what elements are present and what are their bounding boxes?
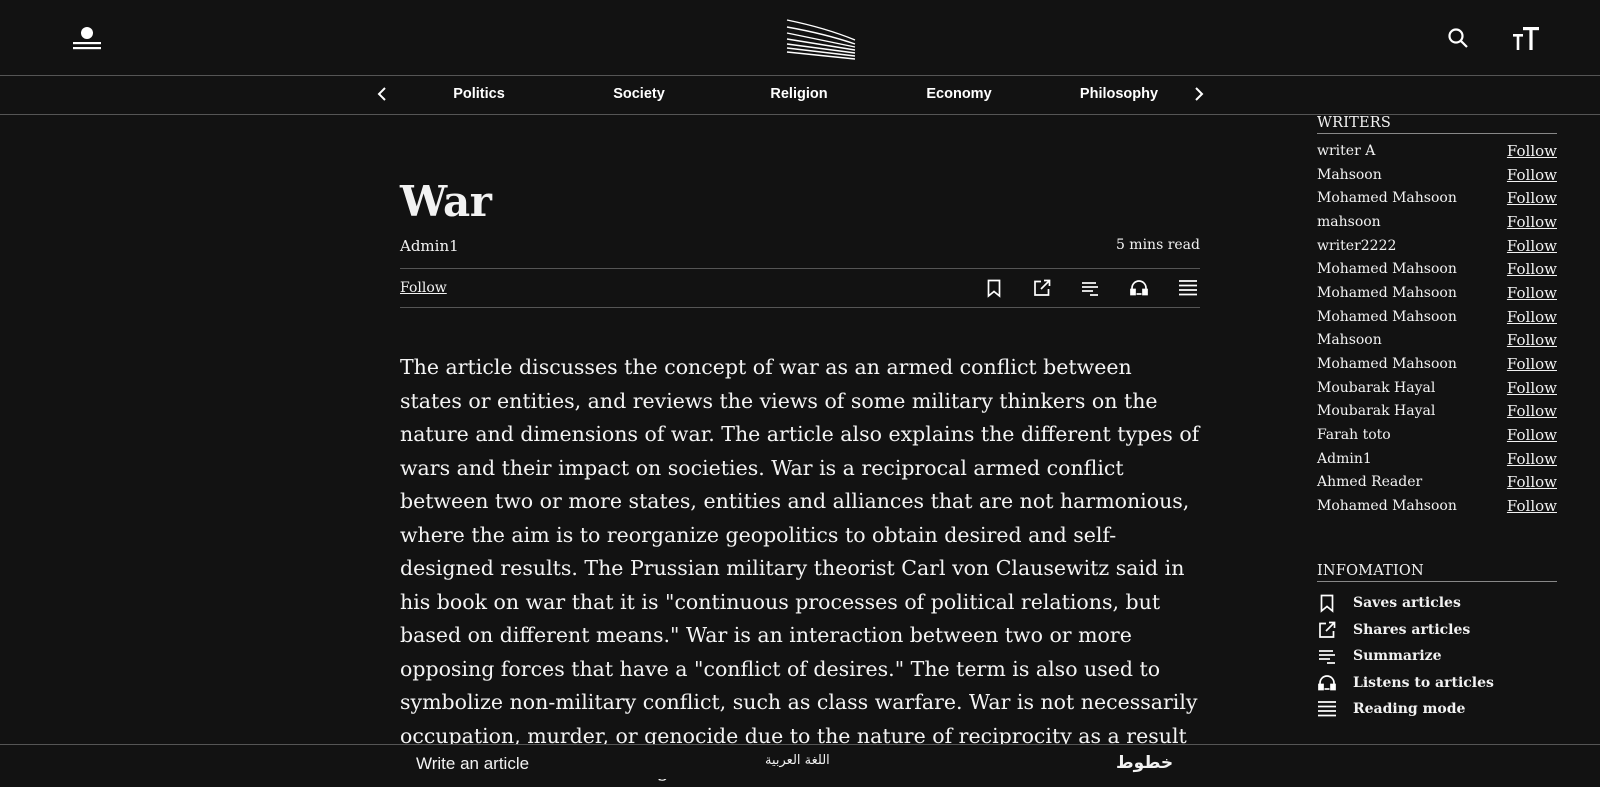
- writer-follow-link[interactable]: Follow: [1507, 450, 1557, 468]
- writer-name[interactable]: Mohamed Mahsoon: [1317, 498, 1457, 514]
- writer-name[interactable]: Ahmed Reader: [1317, 474, 1422, 490]
- writer-name[interactable]: writer2222: [1317, 238, 1396, 254]
- writer-name[interactable]: Mohamed Mahsoon: [1317, 190, 1457, 206]
- user-menu-icon[interactable]: [72, 24, 102, 54]
- writer-follow-link[interactable]: Follow: [1507, 166, 1557, 184]
- writer-row: writer2222 Follow: [1317, 234, 1557, 258]
- chevron-left-icon[interactable]: [374, 84, 392, 104]
- writer-name[interactable]: mahsoon: [1317, 214, 1381, 230]
- listen-icon: [1317, 673, 1337, 693]
- writer-row: Farah toto Follow: [1317, 423, 1557, 447]
- writer-row: Mohamed Mahsoon Follow: [1317, 186, 1557, 210]
- category-nav: Politics Society Religion Economy Philos…: [0, 76, 1600, 115]
- listen-icon[interactable]: [1129, 278, 1149, 298]
- writer-name[interactable]: Mohamed Mahsoon: [1317, 285, 1457, 301]
- info-item: Shares articles: [1317, 617, 1557, 644]
- writer-follow-link[interactable]: Follow: [1507, 497, 1557, 515]
- write-article-link[interactable]: Write an article: [416, 754, 529, 774]
- top-bar: [0, 0, 1600, 76]
- writer-row: Mohamed Mahsoon Follow: [1317, 494, 1557, 518]
- info-item: Saves articles: [1317, 590, 1557, 617]
- writer-follow-link[interactable]: Follow: [1507, 237, 1557, 255]
- writer-name[interactable]: Moubarak Hayal: [1317, 380, 1435, 396]
- footer-bar: Write an article اللغة العربية خطوط: [0, 744, 1600, 779]
- summarize-icon[interactable]: [1080, 278, 1100, 298]
- writer-name[interactable]: Mohamed Mahsoon: [1317, 356, 1457, 372]
- writer-row: writer A Follow: [1317, 139, 1557, 163]
- writer-name[interactable]: writer A: [1317, 143, 1375, 159]
- writer-name[interactable]: Mohamed Mahsoon: [1317, 261, 1457, 277]
- writer-row: Moubarak Hayal Follow: [1317, 400, 1557, 424]
- writer-follow-link[interactable]: Follow: [1507, 355, 1557, 373]
- info-item: Summarize: [1317, 643, 1557, 670]
- writer-row: Mahsoon Follow: [1317, 329, 1557, 353]
- category-philosophy[interactable]: Philosophy: [1080, 86, 1158, 102]
- language-switch-link[interactable]: اللغة العربية: [765, 753, 830, 768]
- writer-follow-link[interactable]: Follow: [1507, 213, 1557, 231]
- category-politics[interactable]: Politics: [453, 86, 505, 102]
- info-label: Summarize: [1353, 648, 1442, 665]
- chevron-right-icon[interactable]: [1189, 84, 1207, 104]
- writer-follow-link[interactable]: Follow: [1507, 142, 1557, 160]
- writer-row: Mohamed Mahsoon Follow: [1317, 257, 1557, 281]
- article-body: The article discusses the concept of war…: [400, 355, 1200, 781]
- follow-author-link[interactable]: Follow: [400, 280, 447, 296]
- reading-mode-icon[interactable]: [1178, 278, 1198, 298]
- reading-mode-icon: [1317, 699, 1337, 719]
- writer-row: Admin1 Follow: [1317, 447, 1557, 471]
- writer-follow-link[interactable]: Follow: [1507, 379, 1557, 397]
- information-list: Saves articles Shares articles Summarize…: [1317, 590, 1557, 723]
- writer-row: Mohamed Mahsoon Follow: [1317, 281, 1557, 305]
- share-icon[interactable]: [1032, 278, 1052, 298]
- writer-row: Moubarak Hayal Follow: [1317, 376, 1557, 400]
- text-size-icon[interactable]: [1512, 25, 1542, 53]
- bookmark-icon: [1317, 593, 1337, 614]
- writer-follow-link[interactable]: Follow: [1507, 473, 1557, 491]
- share-icon: [1317, 620, 1337, 640]
- search-icon[interactable]: [1447, 27, 1469, 49]
- article-title: War: [400, 177, 492, 226]
- writer-row: Mahsoon Follow: [1317, 163, 1557, 187]
- writer-name[interactable]: Admin1: [1317, 451, 1372, 467]
- info-label: Reading mode: [1353, 701, 1466, 718]
- writer-name[interactable]: Mahsoon: [1317, 167, 1382, 183]
- writers-heading: WRITERS: [1317, 115, 1557, 134]
- writers-list: writer A Follow Mahsoon Follow Mohamed Mah…: [1317, 139, 1557, 518]
- info-label: Saves articles: [1353, 595, 1461, 612]
- category-economy[interactable]: Economy: [926, 86, 991, 102]
- information-heading: INFOMATION: [1317, 563, 1557, 582]
- read-time: 5 mins read: [1115, 237, 1200, 253]
- info-item: Reading mode: [1317, 696, 1557, 723]
- sidebar: WRITERS writer A Follow Mahsoon Follow Moh…: [1317, 115, 1557, 717]
- site-logo[interactable]: [786, 18, 856, 60]
- summarize-icon: [1317, 646, 1337, 666]
- writer-row: Ahmed Reader Follow: [1317, 471, 1557, 495]
- writer-follow-link[interactable]: Follow: [1507, 284, 1557, 302]
- info-label: Listens to articles: [1353, 674, 1494, 691]
- writer-name[interactable]: Moubarak Hayal: [1317, 403, 1435, 419]
- writer-follow-link[interactable]: Follow: [1507, 426, 1557, 444]
- category-religion[interactable]: Religion: [770, 86, 827, 102]
- information-section: INFOMATION Saves articles Shares article…: [1317, 563, 1557, 723]
- writer-name[interactable]: Mahsoon: [1317, 332, 1382, 348]
- bookmark-icon[interactable]: [984, 278, 1004, 298]
- info-item: Listens to articles: [1317, 670, 1557, 697]
- writer-follow-link[interactable]: Follow: [1507, 331, 1557, 349]
- category-society[interactable]: Society: [613, 86, 665, 102]
- writer-name[interactable]: Farah toto: [1317, 427, 1391, 443]
- info-label: Shares articles: [1353, 621, 1471, 638]
- article-toolbar: Follow: [400, 268, 1200, 308]
- footer-logo[interactable]: خطوط: [1116, 753, 1173, 773]
- writer-follow-link[interactable]: Follow: [1507, 260, 1557, 278]
- writer-follow-link[interactable]: Follow: [1507, 189, 1557, 207]
- writer-row: Mohamed Mahsoon Follow: [1317, 305, 1557, 329]
- writer-name[interactable]: Mohamed Mahsoon: [1317, 309, 1457, 325]
- writer-row: mahsoon Follow: [1317, 210, 1557, 234]
- writer-follow-link[interactable]: Follow: [1507, 308, 1557, 326]
- writer-row: Mohamed Mahsoon Follow: [1317, 352, 1557, 376]
- writer-follow-link[interactable]: Follow: [1507, 402, 1557, 420]
- article-author[interactable]: Admin1: [400, 237, 459, 255]
